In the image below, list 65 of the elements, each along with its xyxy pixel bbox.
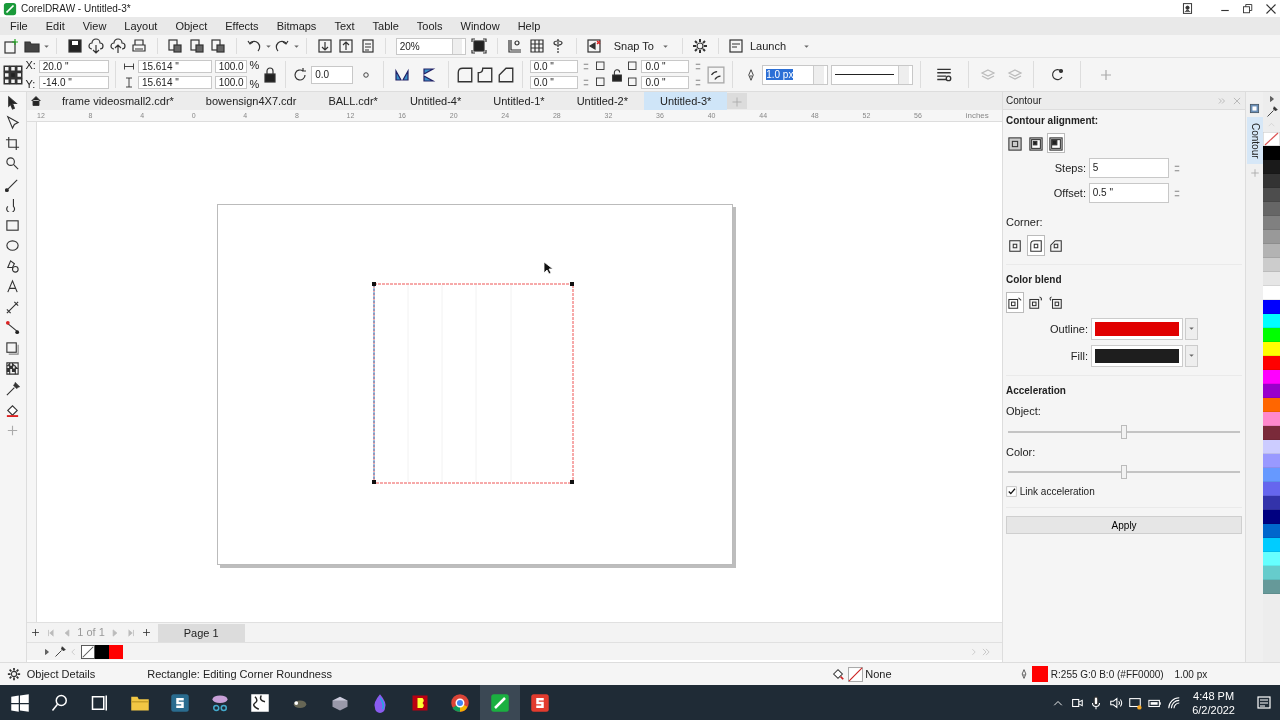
docker-tab[interactable]: Contour — [1246, 116, 1263, 165]
field-label: Steps: — [1053, 161, 1086, 176]
ruler-unit: inches — [965, 111, 989, 121]
menu-item[interactable]: Table — [362, 17, 407, 35]
y-label: Y: — [25, 76, 36, 92]
document-tab[interactable]: bowensign4X7.cdr — [189, 92, 313, 110]
document-tab[interactable]: frame videosmall2.cdr* — [46, 92, 190, 110]
outline-width-field[interactable]: 1.0 px — [762, 64, 829, 85]
corner-radius-field[interactable]: 0.0 " — [529, 60, 578, 74]
document-tab[interactable]: Untitled-3* — [644, 92, 728, 110]
steps-field[interactable]: 5 — [1088, 158, 1169, 179]
field-label: Fill: — [1069, 348, 1088, 364]
menu-item[interactable]: Text — [324, 17, 363, 35]
menu-item[interactable]: Edit — [35, 17, 73, 35]
fill-value: None — [865, 666, 892, 682]
menu-item[interactable]: Help — [507, 17, 549, 35]
document-tab[interactable]: BALL.cdr* — [312, 92, 394, 110]
corner-radius-field[interactable]: 0.0 " — [641, 75, 690, 89]
offset-field[interactable]: 0.5 " — [1088, 183, 1169, 204]
section-heading: Contour alignment: — [1005, 113, 1100, 128]
launch-button[interactable]: Launch — [749, 37, 786, 55]
menu-item[interactable]: Bitmaps — [266, 17, 325, 35]
scale-y-field[interactable]: 100.0 — [214, 75, 247, 89]
field-label: Color: — [1005, 444, 1037, 460]
x-label: X: — [25, 57, 36, 73]
clock-time: 4:48 PM — [1193, 688, 1235, 703]
zoom-field[interactable]: 20% — [395, 37, 466, 55]
section-heading: Acceleration — [1005, 384, 1067, 399]
x-position-field[interactable]: 20.0 " — [38, 60, 109, 74]
y-position-field[interactable]: -14.0 " — [38, 75, 109, 89]
window-title: CorelDRAW - Untitled-3* — [21, 2, 131, 16]
percent-label: % — [249, 57, 260, 73]
document-tab[interactable]: Untitled-2* — [560, 92, 644, 110]
section-heading: Color blend — [1005, 273, 1063, 288]
menu-item[interactable]: Window — [450, 17, 508, 35]
document-tab[interactable]: Untitled-1* — [477, 92, 561, 110]
width-field[interactable]: 15.614 " — [137, 60, 212, 74]
percent-label: % — [249, 76, 260, 92]
menu-item[interactable]: View — [72, 17, 115, 35]
field-label: Offset: — [1052, 186, 1086, 201]
outline-color-value: R:255 G:0 B:0 (#FF0000) — [1050, 667, 1164, 682]
field-label: Object: — [1005, 404, 1042, 420]
field-label: Outline: — [1049, 321, 1088, 337]
menu-item[interactable]: Layout — [114, 17, 166, 35]
page-counter: 1 of 1 — [77, 625, 105, 641]
apply-button[interactable]: Apply — [1005, 515, 1243, 534]
page-tab[interactable]: Page 1 — [157, 623, 245, 642]
outline-width-value: 1.00 px — [1174, 667, 1208, 682]
menu-item[interactable]: Effects — [215, 17, 267, 35]
docker-title: Contour — [1005, 94, 1042, 108]
height-field[interactable]: 15.614 " — [137, 75, 212, 89]
corner-radius-field[interactable]: 0.0 " — [529, 75, 578, 89]
menu-item[interactable]: File — [0, 17, 36, 35]
menu-item[interactable]: Tools — [406, 17, 451, 35]
corner-radius-field[interactable]: 0.0 " — [641, 60, 690, 74]
rotation-field[interactable]: 0.0 — [311, 65, 354, 84]
menu-item[interactable]: Object — [165, 17, 216, 35]
scale-x-field[interactable]: 100.0 — [214, 60, 247, 74]
status-message: Rectangle: Editing Corner Roundness — [147, 666, 332, 682]
object-details-button[interactable]: Object Details — [26, 665, 96, 683]
checkbox-label: Link acceleration — [1019, 485, 1095, 500]
document-tab[interactable]: Untitled-4* — [393, 92, 478, 110]
clock-date: 6/2/2022 — [1192, 702, 1235, 717]
snap-to-button[interactable]: Snap To — [613, 37, 654, 55]
field-label: Corner: — [1005, 215, 1043, 228]
